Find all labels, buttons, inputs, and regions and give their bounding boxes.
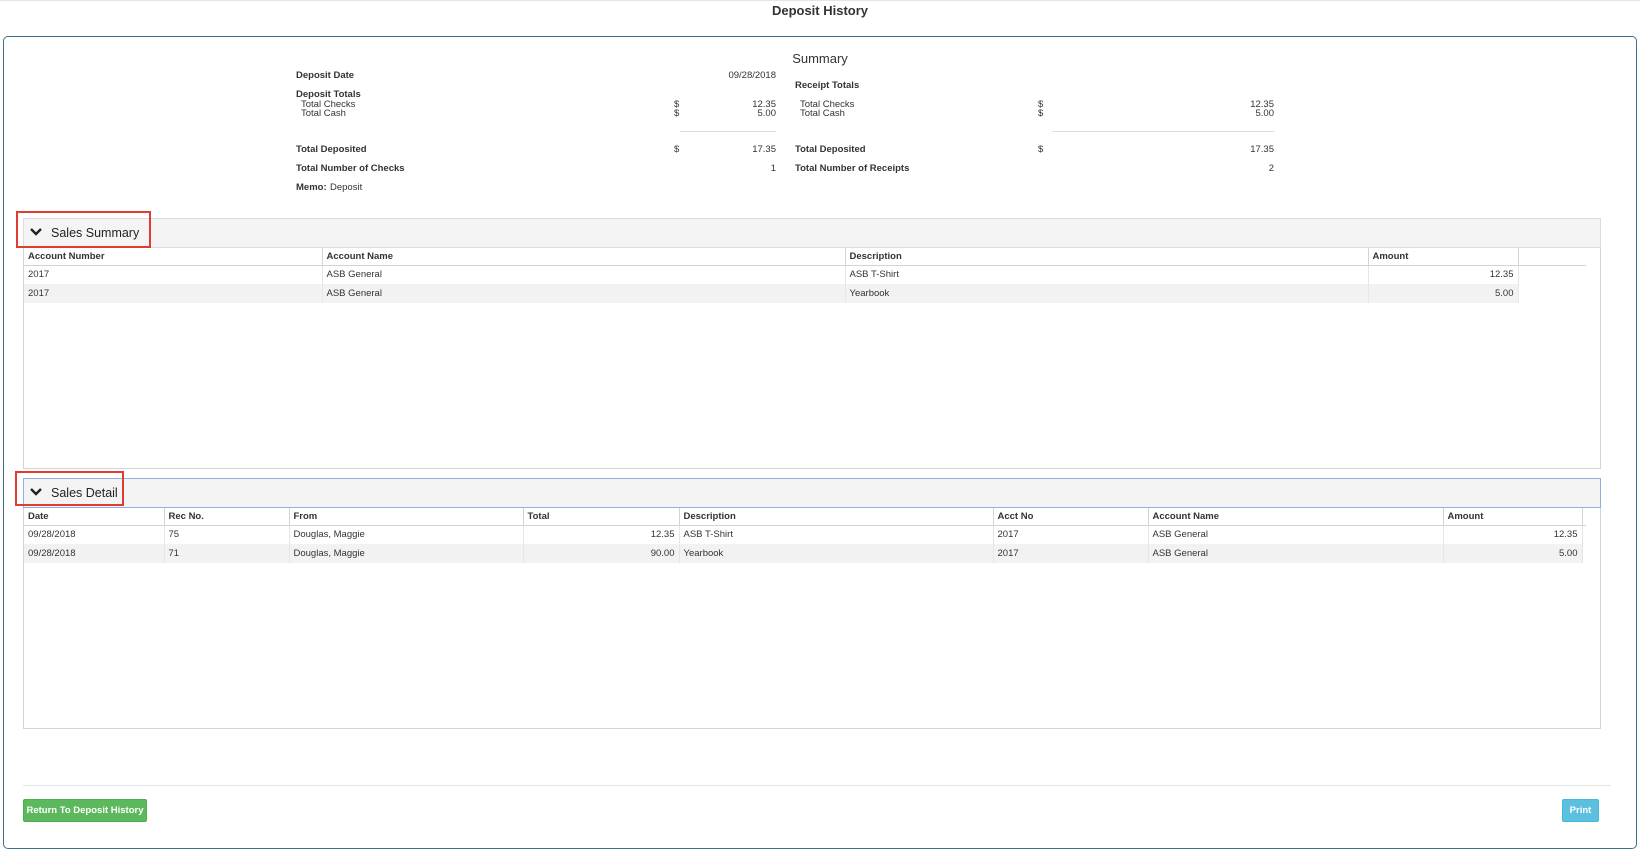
column-header-spacer <box>1582 508 1586 526</box>
sales-detail-table: Date Rec No. From Total Description Acct… <box>24 508 1586 563</box>
highlight-box-sales-detail <box>15 471 124 506</box>
deposit-date-label: Deposit Date <box>296 70 355 81</box>
table-cell: ASB T-Shirt <box>679 525 994 544</box>
column-header[interactable]: Description <box>679 508 994 526</box>
num-receipts-value: 2 <box>1268 163 1274 174</box>
column-header[interactable]: Total <box>523 508 680 526</box>
table-cell: 12.35 <box>1368 265 1519 284</box>
receipt-total-deposited-label: Total Deposited <box>795 144 866 155</box>
column-header[interactable]: Account Number <box>24 248 323 266</box>
column-header[interactable]: Date <box>24 508 165 526</box>
subtotal-divider <box>680 131 776 132</box>
table-cell: Douglas, Maggie <box>289 525 524 544</box>
column-header[interactable]: Amount <box>1368 248 1519 266</box>
table-cell: ASB General <box>322 265 846 284</box>
table-cell: ASB T-Shirt <box>845 265 1369 284</box>
table-row[interactable]: 2017 ASB General ASB T-Shirt 12.35 <box>24 265 1586 284</box>
deposit-total-deposited-label: Total Deposited <box>296 144 367 155</box>
table-cell: 09/28/2018 <box>24 544 165 563</box>
receipt-total-deposited-value: 17.35 <box>1250 144 1274 155</box>
table-cell: 2017 <box>993 544 1149 563</box>
table-cell: 09/28/2018 <box>24 525 165 544</box>
table-cell: 5.00 <box>1443 544 1583 563</box>
num-checks-value: 1 <box>770 163 776 174</box>
sales-summary-table: Account Number Account Name Description … <box>24 248 1586 303</box>
sales-detail-grid: Date Rec No. From Total Description Acct… <box>23 508 1601 729</box>
table-cell: 12.35 <box>1443 525 1583 544</box>
dollar-sign: $ <box>674 108 680 119</box>
column-header[interactable]: Description <box>845 248 1369 266</box>
table-cell-spacer <box>1518 265 1586 284</box>
table-cell: 90.00 <box>523 544 680 563</box>
num-checks-label: Total Number of Checks <box>296 163 405 174</box>
table-cell: Yearbook <box>679 544 994 563</box>
footer-divider <box>23 785 1611 786</box>
column-header-spacer <box>1518 248 1586 266</box>
dollar-sign: $ <box>674 144 680 155</box>
table-cell: 2017 <box>24 284 323 303</box>
column-header[interactable]: Amount <box>1443 508 1583 526</box>
table-cell: ASB General <box>1148 525 1444 544</box>
table-cell: Yearbook <box>845 284 1369 303</box>
memo-label: Memo: <box>296 182 327 193</box>
print-button[interactable]: Print <box>1562 799 1599 822</box>
receipt-total-cash-label: Total Cash <box>800 108 845 119</box>
column-header[interactable]: Account Name <box>322 248 846 266</box>
receipt-totals-label: Receipt Totals <box>795 80 860 91</box>
table-cell: ASB General <box>1148 544 1444 563</box>
num-receipts-label: Total Number of Receipts <box>795 163 910 174</box>
column-header[interactable]: Account Name <box>1148 508 1444 526</box>
return-to-deposit-history-button[interactable]: Return To Deposit History <box>23 799 147 822</box>
table-cell: 2017 <box>993 525 1149 544</box>
column-header[interactable]: From <box>289 508 524 526</box>
table-cell-spacer <box>1518 284 1586 303</box>
sales-summary-grid: Account Number Account Name Description … <box>23 248 1601 469</box>
page-title: Deposit History <box>0 0 1640 34</box>
deposit-total-cash-label: Total Cash <box>301 108 346 119</box>
table-cell-spacer <box>1582 525 1586 544</box>
memo-value: Deposit <box>330 182 363 193</box>
table-row[interactable]: 09/28/2018 71 Douglas, Maggie 90.00 Year… <box>24 544 1586 563</box>
deposit-date-value: 09/28/2018 <box>728 70 776 81</box>
deposit-total-cash-value: 5.00 <box>757 108 777 119</box>
table-header-row: Date Rec No. From Total Description Acct… <box>24 508 1586 526</box>
receipt-total-cash-value: 5.00 <box>1255 108 1275 119</box>
table-cell: 2017 <box>24 265 323 284</box>
table-cell: 5.00 <box>1368 284 1519 303</box>
sales-detail-header[interactable]: Sales Detail <box>23 478 1601 508</box>
table-cell: 71 <box>164 544 290 563</box>
table-cell-spacer <box>1582 544 1586 563</box>
deposit-panel: Summary Deposit Date 09/28/2018 Deposit … <box>3 36 1637 849</box>
summary-title: Summary <box>792 51 848 66</box>
highlight-box-sales-summary <box>16 211 151 248</box>
table-row[interactable]: 09/28/2018 75 Douglas, Maggie 12.35 ASB … <box>24 525 1586 544</box>
dollar-sign: $ <box>1038 144 1044 155</box>
table-cell: ASB General <box>322 284 846 303</box>
receipt-subtotal-divider <box>1052 131 1274 132</box>
sales-summary-header[interactable]: Sales Summary <box>23 218 1601 248</box>
table-cell: Douglas, Maggie <box>289 544 524 563</box>
table-row[interactable]: 2017 ASB General Yearbook 5.00 <box>24 284 1586 303</box>
table-header-row: Account Number Account Name Description … <box>24 248 1586 266</box>
deposit-total-deposited-value: 17.35 <box>752 144 776 155</box>
dollar-sign: $ <box>1038 108 1044 119</box>
table-cell: 12.35 <box>523 525 680 544</box>
column-header[interactable]: Rec No. <box>164 508 290 526</box>
column-header[interactable]: Acct No <box>993 508 1149 526</box>
table-cell: 75 <box>164 525 290 544</box>
